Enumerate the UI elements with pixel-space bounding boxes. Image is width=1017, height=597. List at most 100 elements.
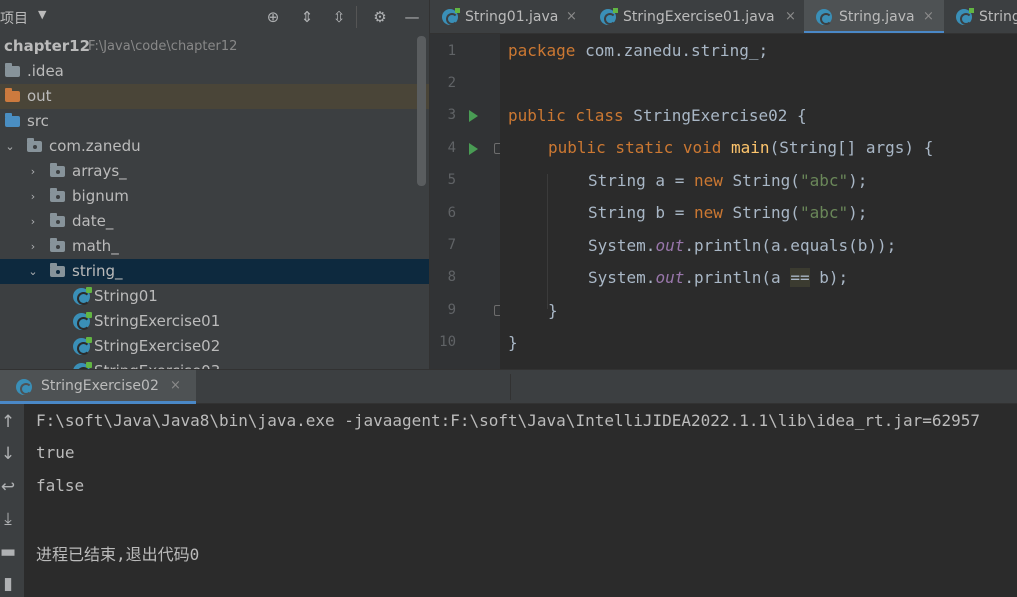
chevron-down-icon[interactable]: ⌄ [26, 259, 40, 284]
soft-wrap-icon[interactable]: ↩ [0, 477, 16, 497]
run-tab-label: StringExercise02 [41, 378, 159, 394]
project-scrollbar[interactable] [417, 36, 426, 186]
project-tool-window: 项目 ▼ ⊕ ⇕ ⇳ ⚙ — chapter12 F:\Java\code\ch… [0, 0, 429, 369]
code-line-1: package com.zanedu.string_; [508, 41, 769, 60]
print-icon[interactable]: ▬ [0, 542, 16, 562]
hide-minus-icon[interactable]: — [401, 6, 423, 28]
editor-tab-bar: String01.java × StringExercise01.java × … [430, 0, 1017, 34]
tree-item-label: chapter12 [4, 37, 91, 55]
expand-all-icon[interactable]: ⇕ [296, 6, 318, 28]
code-line-5: String a = new String("abc"); [588, 171, 868, 190]
line-number: 6 [447, 205, 456, 221]
tab-string-truncated[interactable]: String [944, 0, 1017, 33]
java-class-icon [73, 337, 92, 355]
trash-icon[interactable]: ▮ [0, 574, 16, 594]
java-class-icon [600, 8, 618, 25]
excluded-folder-icon [5, 88, 20, 102]
tree-item-stringexercise01[interactable]: StringExercise01 [0, 309, 429, 334]
tree-item-date[interactable]: › date_ [0, 209, 429, 234]
run-tab-stringexercise02[interactable]: StringExercise02 × [0, 370, 196, 404]
chevron-right-icon[interactable]: › [26, 209, 40, 234]
close-icon[interactable]: × [785, 0, 796, 33]
highlighted-operator: == [790, 268, 810, 287]
package-icon [50, 263, 65, 277]
tree-item-chapter12[interactable]: chapter12 F:\Java\code\chapter12 [0, 34, 429, 59]
line-number: 5 [447, 172, 456, 188]
tree-item-label: bignum [72, 187, 129, 205]
code-line-8: System.out.println(a == b); [588, 268, 849, 287]
line-number: 7 [447, 237, 456, 253]
tab-label: String [979, 9, 1017, 25]
arrow-down-icon[interactable]: ↓ [0, 444, 16, 464]
tree-item-label: src [27, 112, 49, 130]
java-class-icon [442, 8, 460, 25]
divider [356, 6, 357, 28]
tree-item-com-zanedu[interactable]: ⌄ com.zanedu [0, 134, 429, 159]
line-number: 10 [439, 334, 456, 350]
close-icon[interactable]: × [923, 0, 934, 33]
package-icon [50, 238, 65, 252]
tree-item-string[interactable]: ⌄ string_ [0, 259, 429, 284]
line-number: 4 [447, 140, 456, 156]
close-icon[interactable]: × [170, 378, 181, 393]
tree-item-label: com.zanedu [49, 137, 141, 155]
tree-item-idea[interactable]: .idea [0, 59, 429, 84]
java-class-icon [16, 379, 32, 395]
tree-item-label: arrays_ [72, 162, 127, 180]
tree-item-src[interactable]: src [0, 109, 429, 134]
run-tab-bar: StringExercise02 × [0, 369, 1017, 404]
tree-item-math[interactable]: › math_ [0, 234, 429, 259]
tree-item-label: string_ [72, 262, 123, 280]
tree-item-bignum[interactable]: › bignum [0, 184, 429, 209]
tree-item-label: .idea [27, 62, 64, 80]
tree-item-label: StringExercise01 [94, 312, 221, 330]
line-number: 3 [447, 107, 456, 123]
tab-label: StringExercise01.java [623, 9, 775, 25]
code-line-3: public class StringExercise02 { [508, 106, 807, 125]
package-icon [50, 213, 65, 227]
chevron-right-icon[interactable]: › [26, 234, 40, 259]
folder-icon [5, 63, 20, 77]
package-icon [27, 138, 42, 152]
chevron-right-icon[interactable]: › [26, 184, 40, 209]
console-output[interactable]: F:\soft\Java\Java8\bin\java.exe -javaage… [24, 404, 1017, 597]
tree-item-stringexercise03[interactable]: StringExercise03 [0, 359, 429, 369]
chevron-down-icon[interactable]: ⌄ [3, 134, 17, 159]
tab-stringexercise01[interactable]: StringExercise01.java × [588, 0, 804, 33]
collapse-all-icon[interactable]: ⇳ [328, 6, 350, 28]
tree-item-string01[interactable]: String01 [0, 284, 429, 309]
project-header: 项目 ▼ ⊕ ⇕ ⇳ ⚙ — [0, 0, 429, 34]
run-toolbar: ↑ ↓ ↩ ⤓ ▬ ▮ [0, 404, 24, 597]
chevron-right-icon[interactable]: › [26, 159, 40, 184]
console-line: true [36, 443, 75, 462]
console-line: F:\soft\Java\Java8\bin\java.exe -javaage… [36, 411, 981, 430]
tree-item-arrays[interactable]: › arrays_ [0, 159, 429, 184]
chevron-down-icon[interactable]: ▼ [38, 8, 46, 21]
tree-item-label: StringExercise03 [94, 359, 220, 369]
scroll-to-end-icon[interactable]: ⤓ [0, 509, 16, 529]
editor-gutter: 1 2 3 4 5 6 7 8 9 10 [430, 34, 504, 369]
code-editor[interactable]: package com.zanedu.string_; public class… [500, 34, 1017, 369]
tree-item-label: StringExercise02 [94, 337, 221, 355]
tab-label: String01.java [465, 9, 559, 25]
tab-string-java[interactable]: String.java × [804, 0, 944, 33]
arrow-up-icon[interactable]: ↑ [0, 412, 16, 432]
tree-item-label: String01 [94, 287, 158, 305]
tree-item-out[interactable]: out [0, 84, 429, 109]
java-class-icon [956, 8, 974, 25]
run-gutter-icon[interactable] [469, 143, 478, 155]
tab-string01[interactable]: String01.java × [430, 0, 588, 33]
line-number: 8 [447, 269, 456, 285]
run-gutter-icon[interactable] [469, 110, 478, 122]
tree-item-label: date_ [72, 212, 114, 230]
code-line-9: } [548, 301, 558, 320]
tree-item-stringexercise02[interactable]: StringExercise02 [0, 334, 429, 359]
package-icon [50, 163, 65, 177]
close-icon[interactable]: × [566, 0, 577, 33]
locate-target-icon[interactable]: ⊕ [262, 6, 284, 28]
project-title[interactable]: 项目 [0, 8, 28, 28]
tree-item-label: out [27, 87, 52, 105]
code-line-10: } [508, 333, 518, 352]
gear-icon[interactable]: ⚙ [369, 6, 391, 28]
code-line-6: String b = new String("abc"); [588, 203, 868, 222]
